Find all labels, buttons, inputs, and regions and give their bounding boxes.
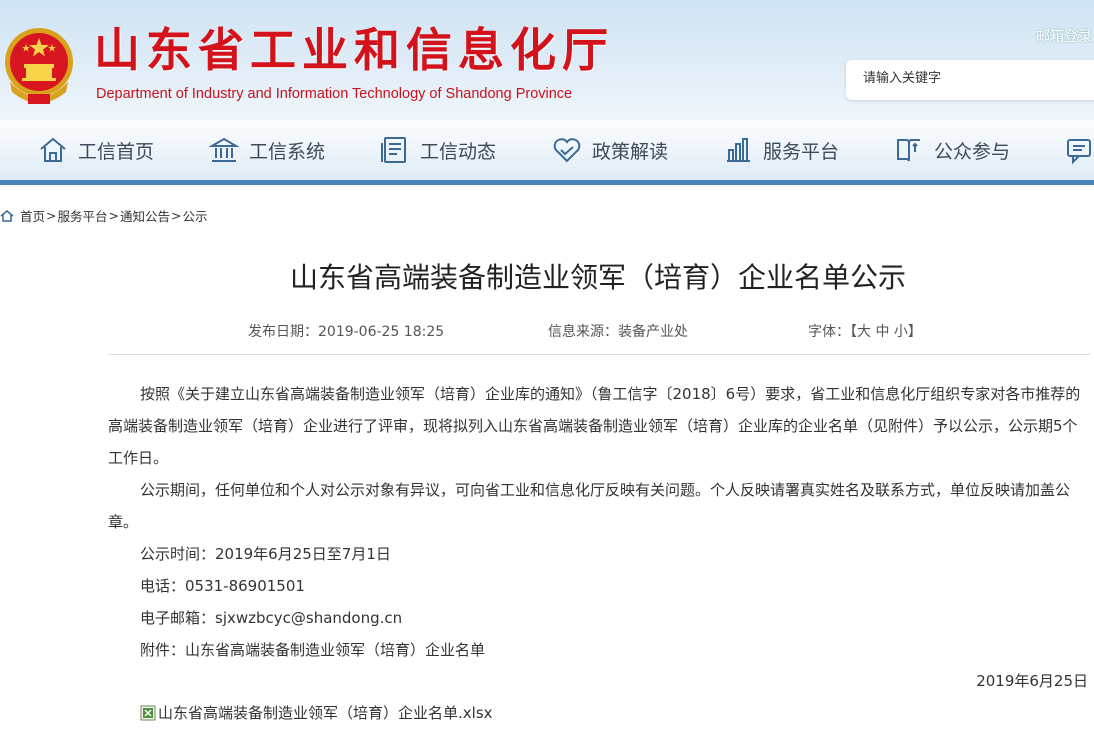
attachment-link-row: 山东省高端装备制造业领军（培育）企业名单.xlsx (140, 702, 493, 723)
paragraph: 按照《关于建立山东省高端装备制造业领军（培育）企业库的通知》（鲁工信字〔2018… (108, 385, 1081, 467)
breadcrumb-notice[interactable]: 通知公告 (120, 206, 170, 225)
main-nav: 工信首页 工信系统 工信动态 政策解读 服务平台 公众参与 (0, 128, 1094, 172)
chart-icon (727, 138, 750, 162)
building-icon (209, 137, 239, 162)
document-icon (381, 137, 406, 163)
site-header: 山东省工业和信息化厅 Department of Industry and In… (0, 0, 1094, 185)
nav-item-service[interactable]: 服务平台 (723, 128, 839, 172)
nav-item-more[interactable] (1064, 128, 1094, 172)
mail-login-link[interactable]: 邮箱登录 (1036, 26, 1092, 46)
nav-label: 政策解读 (592, 140, 669, 163)
site-title: 山东省工业和信息化厅 (94, 23, 614, 77)
search-box (846, 60, 1094, 100)
font-size-label: 字体： (808, 324, 850, 340)
notice-time: 公示时间：2019年6月25日至7月1日 (140, 545, 391, 563)
font-large-button[interactable]: 大 (857, 324, 871, 340)
article-body: 按照《关于建立山东省高端装备制造业领军（培育）企业库的通知》（鲁工信字〔2018… (108, 378, 1090, 666)
spreadsheet-file-icon (140, 705, 156, 720)
nav-item-policy[interactable]: 政策解读 (552, 128, 668, 172)
nav-item-home[interactable]: 工信首页 (38, 128, 154, 172)
nav-item-news[interactable]: 工信动态 (380, 128, 496, 172)
national-emblem-icon (5, 28, 73, 104)
book-icon (897, 139, 920, 162)
contact-phone: 电话：0531-86901501 (140, 577, 305, 595)
breadcrumb: 首页 > 服务平台 > 通知公告 > 公示 (0, 206, 208, 225)
nav-label: 工信首页 (78, 140, 155, 163)
home-icon (40, 137, 66, 162)
nav-label: 服务平台 (763, 140, 840, 163)
font-size-control: 字体：【大 中 小】 (808, 324, 922, 340)
font-medium-button[interactable]: 中 (875, 324, 889, 340)
nav-bottom-bar (0, 180, 1094, 185)
attachment-label: 附件：山东省高端装备制造业领军（培育）企业名单 (140, 641, 486, 659)
publish-date: 发布日期：2019-06-25 18:25 (248, 324, 445, 340)
contact-email: 电子邮箱：sjxwzbcyc@shandong.cn (140, 609, 403, 627)
signature-date: 2019年6月25日 (976, 672, 1088, 690)
breadcrumb-service[interactable]: 服务平台 (58, 206, 108, 225)
font-small-button[interactable]: 小 (894, 324, 908, 340)
nav-label: 工信动态 (420, 140, 497, 163)
home-icon (0, 209, 14, 222)
attachment-file-link[interactable]: 山东省高端装备制造业领军（培育）企业名单.xlsx (158, 702, 493, 723)
paragraph: 公示期间，任何单位和个人对公示对象有异议，可向省工业和信息化厅反映有关问题。个人… (108, 481, 1071, 531)
breadcrumb-home[interactable]: 首页 (20, 206, 45, 225)
nav-item-system[interactable]: 工信系统 (209, 128, 325, 172)
message-icon (1067, 139, 1091, 165)
article-title: 山东省高端装备制造业领军（培育）企业名单公示 (289, 261, 906, 294)
nav-label: 公众参与 (934, 140, 1011, 163)
breadcrumb-announce[interactable]: 公示 (183, 206, 208, 225)
nav-label: 工信系统 (249, 140, 326, 163)
meta-divider (108, 354, 1090, 355)
info-source: 信息来源：装备产业处 (548, 324, 688, 340)
search-input[interactable] (861, 70, 1085, 87)
handshake-icon (553, 138, 581, 163)
nav-item-public[interactable]: 公众参与 (894, 128, 1010, 172)
site-subtitle: Department of Industry and Information T… (96, 86, 573, 102)
